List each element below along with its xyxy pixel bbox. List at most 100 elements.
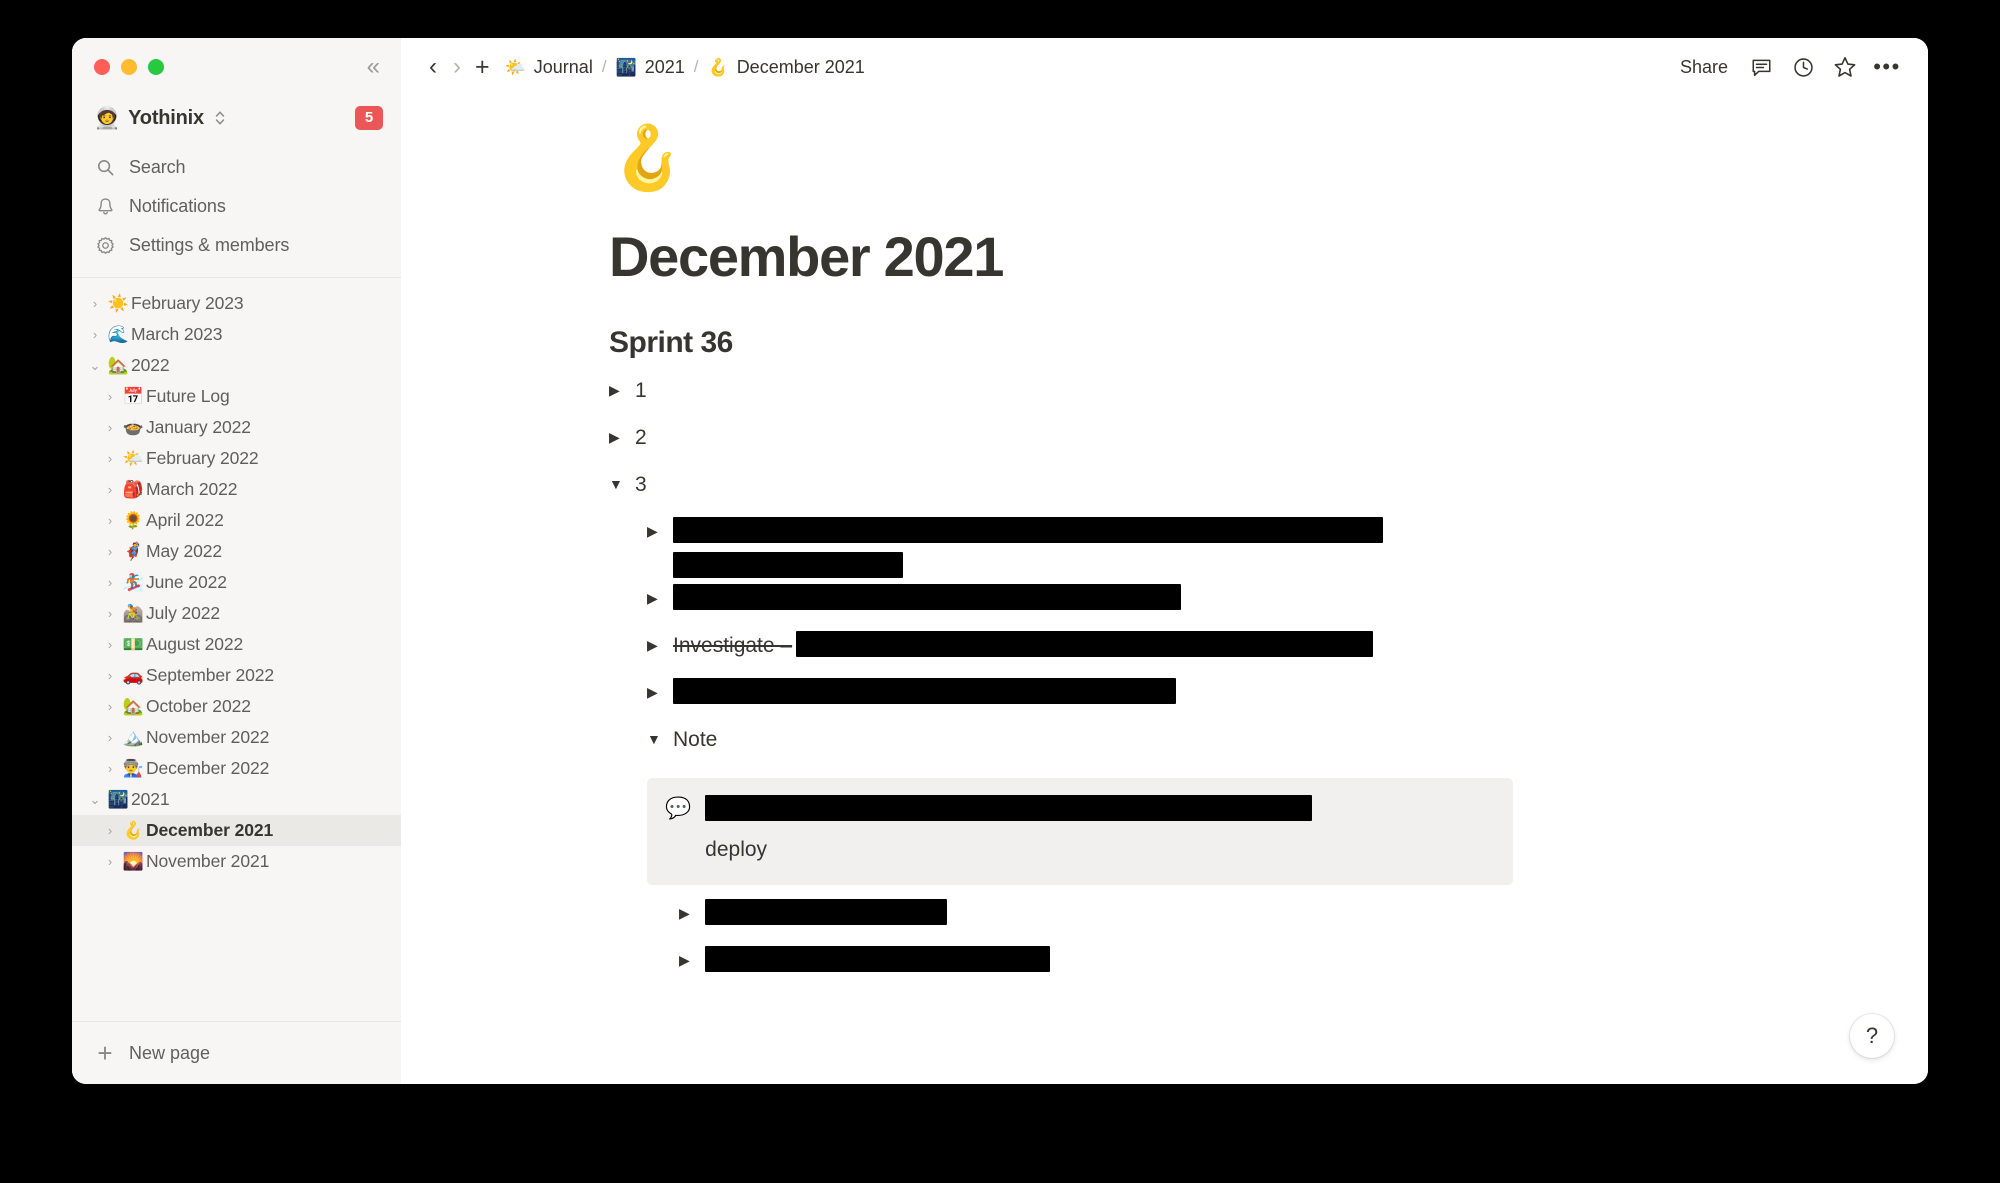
tree-item-october-2022[interactable]: › 🏡 October 2022 [72,691,401,722]
toggle-child-item[interactable]: ▶ [647,578,1838,625]
chevron-right-icon[interactable]: › [99,576,121,589]
chevron-right-icon[interactable]: › [99,824,121,837]
new-page-button[interactable]: + New page [72,1021,401,1084]
note-toggle-block[interactable]: ▼ Note [647,719,1838,766]
chevron-right-icon[interactable]: › [99,607,121,620]
tree-item-december-2021[interactable]: › 🪝 December 2021 [72,815,401,846]
breadcrumb-item-december-2021[interactable]: 🪝 December 2021 [703,54,870,81]
toggle-child-item[interactable]: ▶ [647,511,1838,579]
toggle-arrow-icon[interactable]: ▼ [647,721,673,746]
toggle-arrow-icon[interactable]: ▶ [647,580,673,605]
sidebar-item-settings[interactable]: Settings & members [72,226,401,265]
toggle-arrow-icon[interactable]: ▶ [647,674,673,699]
help-button[interactable]: ? [1850,1014,1894,1058]
tree-item-emoji-icon: 🌊 [107,325,130,344]
chevron-right-icon[interactable]: › [84,328,106,341]
tree-item-label: July 2022 [146,603,221,623]
tree-item-march-2022[interactable]: › 🎒 March 2022 [72,474,401,505]
clock-icon[interactable] [1784,49,1822,85]
tree-item-emoji-icon: 📅 [122,387,145,406]
minimize-window-button[interactable] [121,59,137,75]
traffic-lights [94,59,164,75]
chevron-right-icon[interactable]: › [99,700,121,713]
toggle-arrow-icon[interactable]: ▶ [647,627,673,652]
redacted-content [705,895,1838,930]
tree-item-september-2022[interactable]: › 🚗 September 2022 [72,660,401,691]
tree-item-label: March 2022 [146,479,238,499]
toggle-arrow-icon[interactable]: ▼ [609,466,635,491]
chevron-right-icon[interactable]: › [99,514,121,527]
tree-item-may-2022[interactable]: › 🦸 May 2022 [72,536,401,567]
page-tree[interactable]: › ☀️ February 2023 › 🌊 March 2023 ⌄ 🏡 2022 › 📅 Futu… [72,278,401,1021]
chevron-right-icon[interactable]: › [99,669,121,682]
share-button[interactable]: Share [1670,52,1738,83]
chevron-right-icon[interactable]: › [84,297,106,310]
page-emoji-icon[interactable]: 🪝 [609,128,686,190]
zoom-window-button[interactable] [148,59,164,75]
tree-item-july-2022[interactable]: › 🚵 July 2022 [72,598,401,629]
chevron-right-icon[interactable]: › [99,452,121,465]
back-icon[interactable]: ‹ [421,55,445,79]
tree-item-november-2021[interactable]: › 🌄 November 2021 [72,846,401,877]
toggle-block-1[interactable]: ▶ 1 [609,370,1838,417]
tree-item-february-2022[interactable]: › 🌤️ February 2022 [72,443,401,474]
chevron-right-icon[interactable]: › [99,483,121,496]
toggle-arrow-icon[interactable]: ▶ [679,895,705,920]
tree-item-february-2023[interactable]: › ☀️ February 2023 [72,288,401,319]
sidebar-item-label: Settings & members [129,235,290,255]
tree-item-emoji-icon: 👨‍🏭 [122,759,145,778]
chevron-right-icon[interactable]: › [99,545,121,558]
toggle-arrow-icon[interactable]: ▶ [609,372,635,397]
comment-icon[interactable] [1742,49,1780,85]
redacted-content [705,942,1838,977]
breadcrumb-item-2021[interactable]: 🌃 2021 [611,54,690,81]
tree-item-label: February 2023 [131,293,244,313]
toggle-block-2[interactable]: ▶ 2 [609,417,1838,464]
chevron-down-icon[interactable]: ⌄ [84,359,106,372]
chevron-right-icon[interactable]: › [99,421,121,434]
redacted-content [673,513,1838,579]
chevron-down-icon[interactable]: ⌄ [84,793,106,806]
toggle-arrow-icon[interactable]: ▶ [647,513,673,538]
callout-block[interactable]: 💬 deploy [647,778,1513,885]
collapse-sidebar-icon[interactable]: « [367,55,381,79]
toggle-child-item[interactable]: ▶ [679,893,1838,940]
new-page-plus-icon[interactable]: + [469,54,500,80]
tree-item-april-2022[interactable]: › 🌻 April 2022 [72,505,401,536]
chevron-right-icon[interactable]: › [99,731,121,744]
sidebar-item-search[interactable]: Search [72,148,401,187]
tree-item-emoji-icon: 🌃 [107,790,130,809]
toggle-arrow-icon[interactable]: ▶ [609,419,635,444]
chevron-right-icon[interactable]: › [99,390,121,403]
toggle-label: 3 [635,472,647,496]
more-icon[interactable]: ••• [1868,49,1906,85]
notification-badge[interactable]: 5 [355,105,383,131]
toggle-child-item[interactable]: ▶ [679,940,1838,987]
toggle-block-3[interactable]: ▼ 3 [609,464,1838,511]
toggle-child-item[interactable]: ▶ [647,672,1838,719]
redacted-content [673,580,1838,615]
toggle-child-item-investigate[interactable]: ▶ Investigate – [647,625,1838,672]
tree-item-november-2022[interactable]: › 🏔️ November 2022 [72,722,401,753]
workspace-switcher[interactable]: 🧑‍🚀 Yothinix 5 [72,96,401,140]
chevron-updown-icon [214,109,226,127]
chevron-right-icon[interactable]: › [99,762,121,775]
tree-item-june-2022[interactable]: › 🏂 June 2022 [72,567,401,598]
tree-item-august-2022[interactable]: › 💵 August 2022 [72,629,401,660]
sidebar-item-notifications[interactable]: Notifications [72,187,401,226]
toggle-arrow-icon[interactable]: ▶ [679,942,705,967]
tree-item-january-2022[interactable]: › 🍲 January 2022 [72,412,401,443]
tree-item-2022[interactable]: ⌄ 🏡 2022 [72,350,401,381]
speech-balloon-icon: 💬 [665,797,692,821]
close-window-button[interactable] [94,59,110,75]
tree-item-march-2023[interactable]: › 🌊 March 2023 [72,319,401,350]
forward-icon[interactable]: › [445,55,469,79]
breadcrumb-item-journal[interactable]: 🌤️ Journal [500,54,598,81]
star-icon[interactable] [1826,49,1864,85]
tree-item-december-2022[interactable]: › 👨‍🏭 December 2022 [72,753,401,784]
chevron-right-icon[interactable]: › [99,855,121,868]
chevron-right-icon[interactable]: › [99,638,121,651]
tree-item-2021[interactable]: ⌄ 🌃 2021 [72,784,401,815]
content-column: 🪝 December 2021 Sprint 36 ▶ 1 ▶ 2 ▼ 3 ▶ … [401,96,1928,987]
tree-item-future-log[interactable]: › 📅 Future Log [72,381,401,412]
